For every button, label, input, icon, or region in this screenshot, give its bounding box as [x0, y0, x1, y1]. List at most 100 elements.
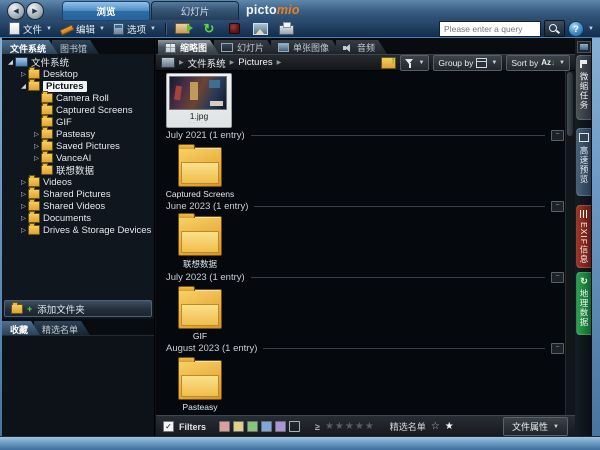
view-tab-item-0[interactable]: 缩略图 — [158, 40, 219, 54]
help-button[interactable]: ? — [568, 21, 584, 37]
forward-button[interactable]: ▶ — [26, 2, 44, 20]
tree-collapsed-arrow-icon[interactable]: ▷ — [32, 130, 41, 138]
color-swatch-1[interactable] — [233, 421, 244, 432]
filters-checkbox[interactable]: ✓ — [163, 421, 174, 432]
display-icon[interactable] — [577, 41, 591, 53]
add-folder-button[interactable]: + 添加文件夹 — [4, 300, 152, 317]
sidebar: 文件系统图书馆 ◢文件系统▷Desktop◢PicturesCamera Rol… — [2, 38, 155, 437]
divider-line — [263, 348, 545, 349]
color-swatch-5[interactable] — [289, 421, 300, 432]
record-button[interactable] — [225, 22, 245, 36]
tree-item-saved-pictures[interactable]: ▷Saved Pictures — [2, 140, 153, 152]
image-button[interactable] — [251, 22, 271, 36]
image-tile-1-jpg[interactable]: 1.jpg····· — [166, 73, 232, 128]
tree-item-drives-storage-devices[interactable]: ▷Drives & Storage Devices — [2, 224, 153, 236]
sidebar-tab-item-1[interactable]: 图书馆 — [52, 40, 99, 54]
tree-collapsed-arrow-icon[interactable]: ▷ — [19, 214, 28, 222]
tree-item-captured-screens[interactable]: Captured Screens — [2, 104, 153, 116]
color-swatch-3[interactable] — [261, 421, 272, 432]
help-caret-icon[interactable]: ▼ — [588, 26, 594, 32]
folder-tile-pasteasy[interactable]: Pasteasy — [168, 356, 232, 412]
collapse-group-button[interactable]: − — [551, 272, 564, 283]
color-swatch-4[interactable] — [275, 421, 286, 432]
tree-collapsed-arrow-icon[interactable]: ▷ — [19, 226, 28, 234]
view-tab-item-2[interactable]: 单张图像 — [271, 40, 341, 54]
scrollbar-thumb[interactable] — [567, 72, 573, 136]
thumbnail-grid: 1.jpg·····July 2021 (1 entry)−Captured S… — [156, 71, 566, 415]
panel-tab-item-3[interactable]: ↻地理数据 — [576, 272, 591, 335]
view-tab-item-1[interactable]: 幻灯片 — [214, 40, 276, 54]
sort-by-button[interactable]: Sort byAz↓▼ — [506, 55, 570, 71]
panel-tab-item-0[interactable]: 微缩任务 — [576, 55, 591, 120]
star-filled-icon[interactable]: ★ — [445, 421, 454, 432]
tree-item-desktop[interactable]: ▷Desktop — [2, 68, 153, 80]
rating-gte-label: ≥ — [315, 422, 320, 432]
tree-item-camera-roll[interactable]: Camera Roll — [2, 92, 153, 104]
menu-item-1-button[interactable]: 编辑▼ — [57, 21, 108, 37]
folder-label: Pasteasy — [183, 402, 218, 412]
color-filter-swatches — [219, 421, 300, 432]
rating-stars-filter[interactable]: ★★★★★ — [325, 421, 375, 432]
tree-item-pictures[interactable]: ◢Pictures — [2, 80, 153, 92]
menu-item-0-button[interactable]: 文件▼ — [6, 21, 55, 37]
logo-mio: mio — [277, 3, 300, 17]
window-tab-slideshow[interactable]: 幻灯片 — [151, 1, 239, 21]
send-button[interactable] — [173, 22, 193, 36]
tree-collapsed-arrow-icon[interactable]: ▷ — [19, 202, 28, 210]
tree-item-label: Camera Roll — [56, 93, 109, 104]
folder-tile-item-2[interactable]: 联想数据 — [168, 214, 232, 270]
tree-item-documents[interactable]: ▷Documents — [2, 212, 153, 224]
file-properties-button[interactable]: 文件属性▼ — [503, 417, 568, 436]
tree-collapsed-arrow-icon[interactable]: ▷ — [19, 190, 28, 198]
panel-tab-exif[interactable]: EXIF信息 — [576, 205, 591, 268]
breadcrumb-item-pictures[interactable]: Pictures — [238, 57, 272, 68]
color-swatch-2[interactable] — [247, 421, 258, 432]
tree-item-pasteasy[interactable]: ▷Pasteasy — [2, 128, 153, 140]
search-icon[interactable] — [544, 20, 565, 37]
caret-down-icon: ▼ — [99, 26, 105, 32]
view-tab-item-3[interactable]: 音频 — [336, 40, 387, 54]
sidebar-bottom-tab-item-1[interactable]: 精选名单 — [34, 321, 90, 335]
window-tab-browse[interactable]: 浏览 — [62, 1, 150, 21]
menu-item-2-button[interactable]: 选项▼ — [110, 21, 159, 37]
tree-item-item-0[interactable]: ◢文件系统 — [2, 56, 153, 68]
menu-label: 文件 — [23, 22, 42, 36]
tree-expanded-arrow-icon[interactable]: ◢ — [6, 58, 15, 66]
search-input[interactable] — [439, 21, 541, 37]
folder-up-icon[interactable] — [381, 57, 396, 69]
tree-expanded-arrow-icon[interactable]: ◢ — [19, 82, 28, 90]
options-icon — [113, 23, 124, 35]
tree-collapsed-arrow-icon[interactable]: ▷ — [19, 70, 28, 78]
view-tab-label: 音频 — [357, 41, 375, 54]
divider-line — [254, 206, 545, 207]
folder-tile-captured-screens[interactable]: Captured Screens — [168, 143, 232, 199]
folder-icon — [178, 289, 222, 329]
color-swatch-0[interactable] — [219, 421, 230, 432]
group-by-button[interactable]: Group by▼ — [433, 55, 502, 71]
collapse-group-button[interactable]: − — [551, 201, 564, 212]
tree-collapsed-arrow-icon[interactable]: ▷ — [32, 142, 41, 150]
tree-item-item-9[interactable]: 联想数据 — [2, 164, 153, 176]
back-button[interactable]: ◀ — [7, 2, 25, 20]
sidebar-tab-item-0[interactable]: 文件系统 — [2, 40, 58, 54]
folder-tile-gif[interactable]: GIF — [168, 285, 232, 341]
tree-collapsed-arrow-icon[interactable]: ▷ — [32, 154, 41, 162]
tree-item-shared-videos[interactable]: ▷Shared Videos — [2, 200, 153, 212]
tree-item-shared-pictures[interactable]: ▷Shared Pictures — [2, 188, 153, 200]
panel-tab-item-1[interactable]: 高速预览 — [576, 128, 591, 196]
folder-icon — [41, 105, 53, 115]
vertical-scrollbar[interactable] — [565, 71, 575, 415]
tree-item-videos[interactable]: ▷Videos — [2, 176, 153, 188]
breadcrumb-item-item-0[interactable]: 文件系统 — [188, 56, 226, 70]
toolbar-separator — [165, 23, 167, 35]
star-outline-icon[interactable]: ☆ — [431, 421, 440, 432]
tree-collapsed-arrow-icon[interactable]: ▷ — [19, 178, 28, 186]
tree-item-gif[interactable]: GIF — [2, 116, 153, 128]
print-button[interactable] — [277, 22, 297, 36]
logo-picto: picto — [246, 3, 277, 17]
collapse-group-button[interactable]: − — [551, 343, 564, 354]
computer-icon[interactable] — [161, 57, 175, 68]
refresh-button[interactable]: ↻ — [199, 22, 219, 36]
collapse-group-button[interactable]: − — [551, 130, 564, 141]
filter-funnel-button[interactable]: ▼ — [400, 55, 429, 71]
